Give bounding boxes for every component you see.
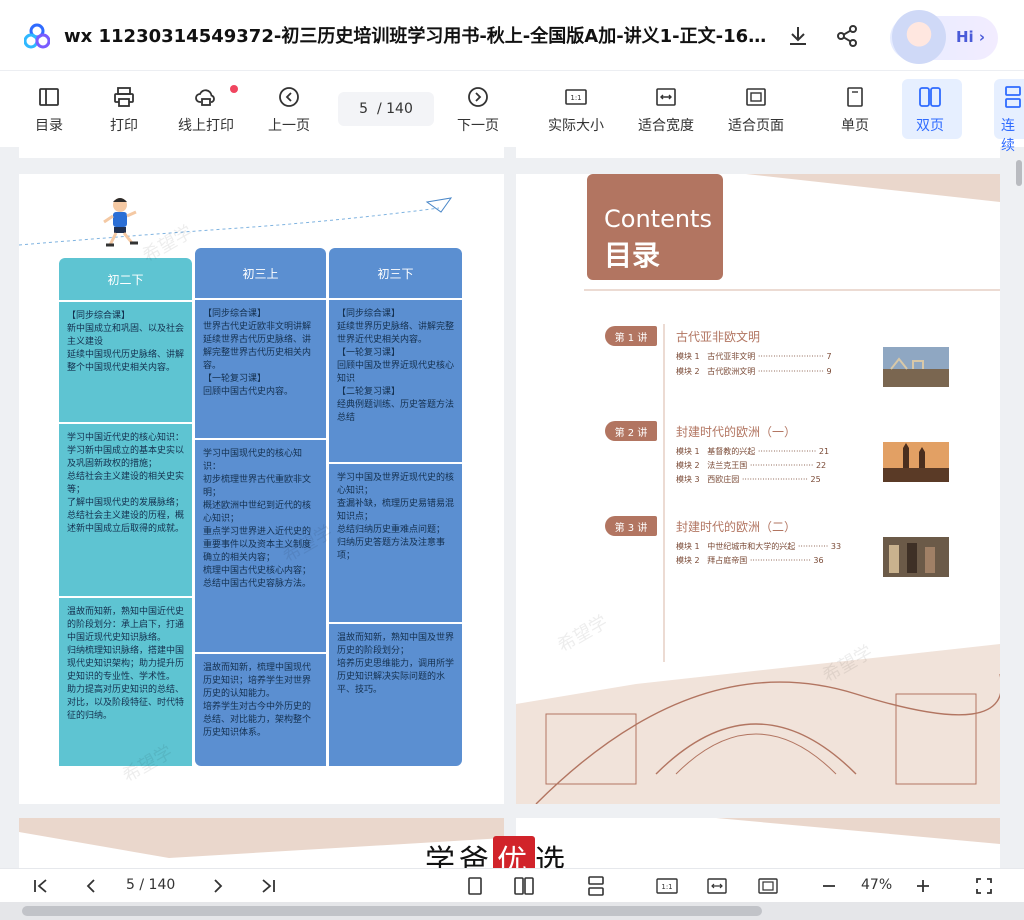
prev-page-strip-right — [516, 146, 1000, 158]
first-page-icon[interactable] — [32, 877, 50, 895]
prev-page-icon — [279, 87, 299, 107]
assistant-label[interactable]: Hi › — [956, 28, 985, 46]
assistant-avatar[interactable] — [892, 10, 946, 64]
last-page-icon[interactable] — [259, 877, 277, 895]
fit-page-icon — [746, 88, 766, 106]
continuous-button[interactable]: 连续 — [1001, 85, 1024, 155]
lecture-3-tag: 第 3 讲 — [605, 516, 657, 536]
zoom-in-icon[interactable] — [914, 877, 932, 895]
title-bar: wx 11230314549372-初三历史培训班学习用书-秋上-全国版A加-讲… — [0, 0, 1024, 70]
download-icon[interactable] — [786, 24, 810, 48]
bottom-bar: 5 / 140 1:1 47% — [0, 868, 1024, 903]
toc-item[interactable]: 模块 1 基督教的兴起 ······················· 21 — [676, 446, 829, 457]
cathedral-thumbnail — [883, 442, 949, 482]
continuous-icon — [1005, 86, 1021, 108]
running-boy-illustration — [103, 198, 138, 247]
single-page-icon — [847, 87, 863, 107]
single-page-button[interactable]: 单页 — [841, 85, 869, 135]
vertical-scrollbar-thumb[interactable] — [1016, 160, 1022, 186]
double-page-button[interactable]: 双页 — [916, 85, 944, 135]
continuous-small-icon[interactable] — [586, 876, 606, 896]
sidebar-icon — [39, 88, 59, 106]
column-header-grade9-first: 初三上 — [195, 248, 326, 298]
fit-page-button[interactable]: 适合页面 — [728, 85, 784, 135]
next-page-right-decoration — [716, 818, 1000, 844]
toc-button[interactable]: 目录 — [35, 85, 63, 135]
actual-size-small-icon[interactable]: 1:1 — [656, 876, 678, 896]
notification-dot — [230, 85, 238, 93]
single-page-small-icon[interactable] — [466, 876, 484, 896]
document-title: wx 11230314549372-初三历史培训班学习用书-秋上-全国版A加-讲… — [64, 26, 776, 47]
lecture-1-tag: 第 1 讲 — [605, 326, 657, 346]
toc-item[interactable]: 模块 2 法兰克王国 ························· 22 — [676, 460, 826, 471]
next-page-small-icon[interactable] — [209, 877, 227, 895]
medieval-scene-thumbnail — [883, 537, 949, 577]
toc-item[interactable]: 模块 1 古代亚非文明 ·························· 7 — [676, 351, 832, 362]
toc-item[interactable]: 模块 2 古代欧洲文明 ·························· 9 — [676, 366, 832, 377]
horizontal-scrollbar-thumb[interactable] — [22, 906, 762, 916]
contents-zh-heading: 目录 — [604, 239, 661, 272]
lecture-1-title[interactable]: 古代亚非欧文明 — [676, 328, 760, 345]
fit-width-icon — [656, 88, 676, 106]
bottom-page-indicator[interactable]: 5 / 140 — [126, 877, 175, 893]
cell-c1-r1: 【同步综合课】 新中国成立和巩固、以及社会主义建设 延续中国现代历史脉络、讲解整… — [59, 302, 192, 422]
cell-c2-r3: 温故而知新，梳理中国现代历史知识；培养学生对世界历史的认知能力。 培养学生对古今… — [195, 654, 326, 766]
cell-c1-r3: 温故而知新，熟知中国近代史的阶段划分：承上启下，打通中国近现代史知识脉络。 归纳… — [59, 598, 192, 766]
prev-page-button[interactable]: 上一页 — [268, 85, 310, 135]
zoom-level[interactable]: 47% — [861, 877, 892, 893]
fit-page-small-icon[interactable] — [758, 876, 778, 896]
next-page-icon — [468, 87, 488, 107]
svg-text:1:1: 1:1 — [570, 94, 581, 102]
actual-size-icon: 1:1 — [565, 89, 587, 105]
actual-size-button[interactable]: 1:1 实际大小 — [548, 85, 604, 135]
online-print-button[interactable]: 线上打印 — [178, 85, 234, 135]
cell-c2-r1: 【同步综合课】 世界古代史近欧非文明讲解 延续世界古代历史脉络、讲解完整世界古代… — [195, 300, 326, 438]
share-icon[interactable] — [835, 24, 859, 48]
cell-c3-r3: 温故而知新，熟知中国及世界历史的阶段划分； 培养历史思维能力，调用所学历史知识解… — [329, 624, 462, 766]
prev-page-strip-left — [19, 146, 504, 158]
fit-width-small-icon[interactable] — [707, 876, 727, 896]
double-page-small-icon[interactable] — [514, 876, 534, 896]
horizontal-scrollbar[interactable] — [0, 902, 1024, 920]
cloud-print-icon — [195, 89, 215, 106]
printer-icon — [114, 87, 134, 107]
cell-c3-r1: 【同步综合课】 延续世界历史脉络、讲解完整世界近代史相关内容。 【一轮复习课】 … — [329, 300, 462, 462]
fit-width-button[interactable]: 适合宽度 — [638, 85, 694, 135]
column-header-grade8-second: 初二下 — [59, 258, 192, 300]
svg-text:1:1: 1:1 — [661, 883, 672, 891]
print-button[interactable]: 打印 — [110, 85, 138, 135]
column-header-grade9-second: 初三下 — [329, 248, 462, 298]
next-page-button[interactable]: 下一页 — [457, 85, 499, 135]
zoom-out-icon[interactable] — [820, 877, 838, 895]
lecture-3-title[interactable]: 封建时代的欧洲（二） — [676, 518, 796, 535]
lecture-2-tag: 第 2 讲 — [605, 421, 657, 441]
fullscreen-icon[interactable] — [975, 877, 993, 895]
cell-c1-r2: 学习中国近代史的核心知识： 学习新中国成立的基本史实以及巩固新政权的措施； 总结… — [59, 424, 192, 596]
prev-page-small-icon[interactable] — [82, 877, 100, 895]
toolbar: 目录 打印 线上打印 上一页 5 / 140 下一页 1:1 实际大小 适合宽度… — [0, 70, 1024, 154]
lecture-2-title[interactable]: 封建时代的欧洲（一） — [676, 423, 796, 440]
toc-item[interactable]: 模块 1 中世纪城市和大学的兴起 ············ 33 — [676, 541, 841, 552]
contents-en-heading: Contents — [604, 205, 712, 233]
right-page-decoration — [516, 174, 1000, 804]
double-page-icon — [919, 87, 941, 107]
ancient-city-thumbnail — [883, 347, 949, 387]
cell-c3-r2: 学习中国及世界近现代史的核心知识； 查漏补缺，梳理历史易错易混知识点； 总结归纳… — [329, 464, 462, 622]
toc-item[interactable]: 模块 2 拜占庭帝国 ························ 36 — [676, 555, 824, 566]
app-logo-icon — [24, 23, 50, 49]
page-number-input[interactable]: 5 / 140 — [338, 92, 434, 126]
toc-item[interactable]: 模块 3 西欧庄园 ·························· 25 — [676, 474, 821, 485]
